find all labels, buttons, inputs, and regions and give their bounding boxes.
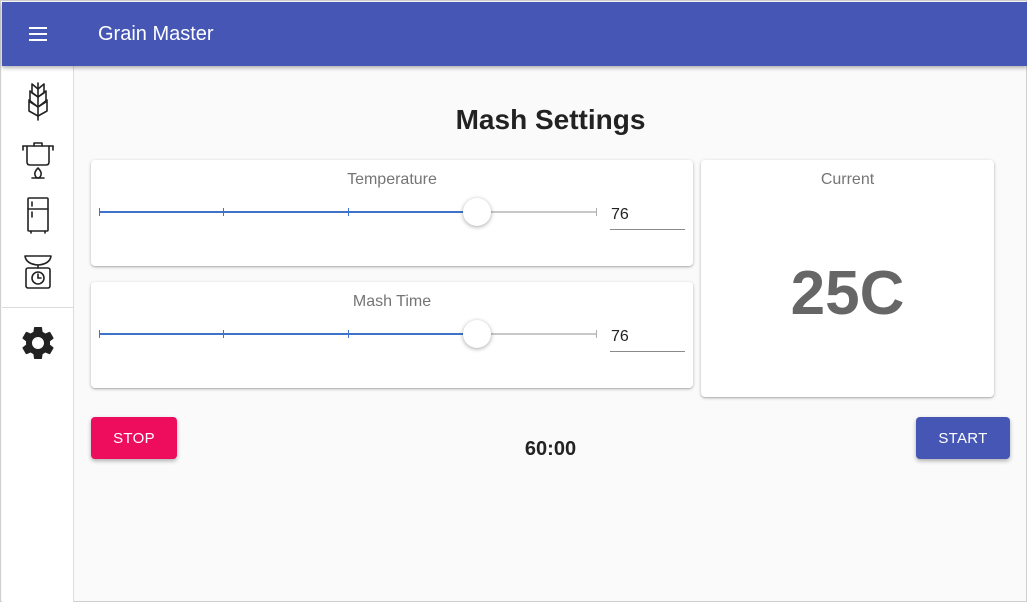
slider-tick <box>99 330 100 338</box>
app-title: Grain Master <box>98 23 214 45</box>
wheat-icon <box>28 82 48 121</box>
start-button[interactable]: START <box>916 417 1010 459</box>
temperature-card: Temperature <box>91 160 693 266</box>
slider-tick <box>223 330 225 338</box>
slider-thumb[interactable] <box>462 320 491 348</box>
scale-timer-icon <box>24 255 52 289</box>
temperature-slider[interactable] <box>99 198 597 226</box>
mash-time-slider[interactable] <box>99 320 597 348</box>
slider-tick <box>347 330 349 338</box>
sidebar-item-grains[interactable] <box>16 78 60 124</box>
slider-track <box>99 333 477 335</box>
page-title: Mash Settings <box>455 104 646 135</box>
temperature-label: Temperature <box>347 171 437 188</box>
fridge-icon <box>27 197 49 234</box>
slider-track <box>99 211 477 213</box>
slider-tick <box>347 208 349 216</box>
sidebar-item-mash[interactable] <box>16 136 60 182</box>
app-bar: Grain Master <box>2 2 1027 66</box>
menu-icon <box>29 27 47 41</box>
gear-icon <box>22 327 54 359</box>
mash-time-input[interactable] <box>610 322 685 352</box>
slider-tick <box>223 208 225 216</box>
temperature-input[interactable] <box>610 200 685 230</box>
mash-timer: 60:00 <box>524 438 577 460</box>
mash-pot-icon <box>22 142 54 179</box>
slider-thumb[interactable] <box>462 198 491 226</box>
sidebar-item-scale[interactable] <box>16 248 60 294</box>
slider-tick <box>596 208 597 216</box>
sidebar-divider <box>2 307 74 308</box>
current-temperature-card: Current 25C <box>701 160 994 397</box>
sidebar-item-settings[interactable] <box>16 320 60 366</box>
slider-tick <box>596 330 597 338</box>
current-label: Current <box>820 171 875 188</box>
sidebar-item-fridge[interactable] <box>16 192 60 238</box>
slider-tick <box>99 208 100 216</box>
menu-button[interactable] <box>18 18 58 50</box>
sidebar <box>2 66 74 602</box>
mash-time-card: Mash Time <box>91 282 693 388</box>
current-temperature-value: 25C <box>790 259 905 328</box>
mash-time-label: Mash Time <box>352 293 432 310</box>
